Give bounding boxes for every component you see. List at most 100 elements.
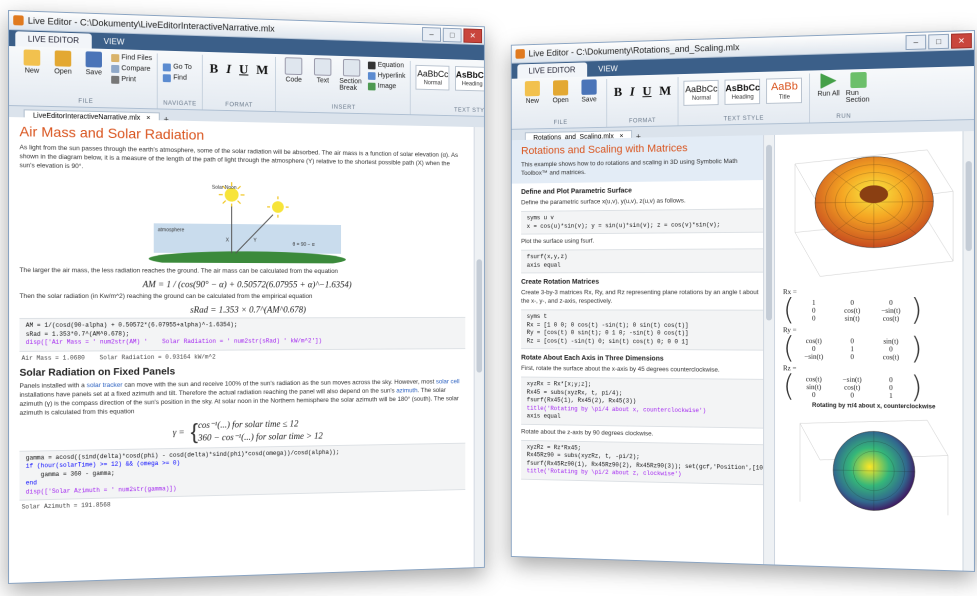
style-normal[interactable]: AaBbCc Normal: [415, 64, 450, 91]
vertical-scrollbar[interactable]: [473, 127, 484, 568]
matlab-icon: [515, 49, 525, 59]
style-heading[interactable]: AsBbCc Heading: [455, 66, 485, 92]
brace-glyph: {: [190, 418, 198, 444]
solar-cell-link[interactable]: solar cell: [436, 378, 460, 385]
underline-button[interactable]: U: [641, 84, 654, 100]
code-label: Code: [285, 76, 302, 84]
output-scrollbar[interactable]: [962, 131, 974, 571]
document-body: Rotations and Scaling with Matrices This…: [511, 134, 776, 565]
hyperlink-label: Hyperlink: [377, 72, 406, 80]
open-folder-icon: [54, 50, 72, 67]
matrix-cell: cos(t): [844, 306, 861, 315]
style-heading-label: Heading: [731, 94, 754, 101]
matrix-cell: 0: [889, 298, 893, 307]
paragraph: As light from the sun passes through the…: [19, 144, 459, 171]
save-label: Save: [85, 69, 102, 77]
tab-view[interactable]: VIEW: [91, 34, 136, 50]
section-heading: Define and Plot Parametric Surface: [521, 187, 632, 196]
navigate-group: Go To Find NAVIGATE: [158, 53, 203, 110]
matrix-cell: cos(t): [805, 337, 822, 346]
format-group: B I U M FORMAT: [202, 54, 277, 112]
paragraph: Plot the surface using fsurf.: [521, 237, 595, 246]
tab-live-editor[interactable]: LIVE EDITOR: [517, 62, 587, 79]
right-paren-glyph: ): [910, 331, 923, 367]
save-button[interactable]: Save: [80, 51, 107, 76]
group-label-navigate: NAVIGATE: [163, 100, 197, 108]
save-button[interactable]: Save: [577, 79, 602, 104]
monospace-button[interactable]: M: [254, 62, 270, 78]
find-files-icon: [111, 53, 120, 62]
scrollbar-thumb[interactable]: [965, 161, 972, 252]
torus-surface-plot: [775, 131, 969, 281]
scrollbar-thumb[interactable]: [766, 144, 773, 321]
azimuth-case-1: cos⁻¹(...) for solar time ≤ 12: [197, 418, 299, 430]
code-block[interactable]: xyzRx = Rx*[x;y;z]; Rx45 = subs(xyzRx, t,…: [521, 376, 765, 429]
minimize-button[interactable]: –: [905, 34, 927, 50]
paragraph: Create 3-by-3 matrices Rx, Ry, and Rz re…: [521, 289, 759, 305]
style-normal-preview: AaBbCc: [417, 68, 449, 80]
section-break-button[interactable]: Section Break: [339, 58, 364, 92]
maximize-button[interactable]: □: [442, 27, 462, 43]
tab-view[interactable]: VIEW: [587, 61, 630, 77]
file-group: New Open Save Find Files Compare Print F…: [13, 49, 159, 109]
compare-label: Compare: [121, 65, 151, 73]
new-button[interactable]: New: [520, 80, 544, 105]
style-normal-label: Normal: [423, 80, 442, 87]
text-style-group: AaBbCcNormal AsBbCcHeading AaBbTitle TEX…: [678, 73, 811, 126]
code-block[interactable]: AM = 1/(cosd(90-alpha) + 0.50572*(6.0795…: [19, 316, 466, 352]
find-icon: [163, 73, 172, 82]
azimuth-link[interactable]: azimuth: [396, 387, 417, 394]
close-button[interactable]: ✕: [951, 32, 972, 49]
minimize-button[interactable]: –: [422, 26, 441, 42]
matrix-cell: 0: [850, 337, 854, 346]
open-button[interactable]: Open: [548, 80, 573, 104]
new-label: New: [525, 97, 539, 105]
file-group: New Open Save FILE: [515, 78, 608, 129]
monospace-button[interactable]: M: [657, 83, 673, 99]
theta-label: θ = 90 − α: [293, 242, 315, 248]
text-button[interactable]: Text: [310, 58, 335, 85]
italic-button[interactable]: I: [628, 84, 637, 100]
code-block[interactable]: fsurf(x,y,z) axis equal: [521, 248, 765, 274]
code-block[interactable]: gamma = acosd((sind(delta)*cosd(phi) - c…: [19, 442, 466, 501]
scrollbar-thumb[interactable]: [476, 259, 483, 373]
left-paren-glyph: (: [782, 293, 795, 328]
matrix-cell: 1: [850, 345, 854, 354]
style-normal[interactable]: AaBbCc Normal: [683, 79, 720, 106]
print-button[interactable]: Print: [111, 74, 152, 86]
bold-button[interactable]: B: [612, 84, 624, 100]
vertical-scrollbar[interactable]: [763, 134, 775, 565]
tab-live-editor[interactable]: LIVE EDITOR: [15, 31, 92, 49]
image-button[interactable]: Image: [368, 81, 405, 92]
code-block[interactable]: syms t Rx = [1 0 0; 0 cos(t) -sin(t); 0 s…: [521, 309, 765, 351]
rx-matrix: ( 100 0 cos(t) −sin(t) 0 sin(t) cos(t) ): [782, 293, 966, 328]
style-heading[interactable]: AsBbCc Heading: [724, 78, 761, 105]
paragraph: Rotate about the z-axis by 90 degrees cl…: [521, 428, 654, 437]
run-all-button[interactable]: Run All: [815, 73, 841, 98]
run-section-button[interactable]: Run Section: [845, 71, 872, 105]
image-icon: [368, 82, 376, 90]
matrix-cell: 0: [850, 391, 854, 400]
style-heading-preview: AsBbCc: [725, 82, 761, 94]
underline-button[interactable]: U: [237, 62, 250, 78]
solar-tracker-link[interactable]: solar tracker: [87, 381, 123, 388]
document-title: Rotations and Scaling with Matrices: [521, 142, 688, 158]
bold-button[interactable]: B: [208, 61, 221, 77]
run-section-label: Run Section: [845, 89, 870, 105]
close-button[interactable]: ✕: [463, 27, 483, 43]
find-button[interactable]: Find: [163, 72, 197, 84]
code-block[interactable]: xyzRz = Rz*Rx45; Rx45Rz90 = subs(xyzRz, t…: [521, 439, 774, 485]
text-label: Text: [316, 77, 330, 85]
find-files-label: Find Files: [121, 54, 153, 63]
code-button[interactable]: Code: [281, 57, 306, 84]
style-title[interactable]: AaBb Title: [766, 77, 803, 104]
open-button[interactable]: Open: [50, 50, 77, 76]
maximize-button[interactable]: □: [928, 33, 949, 49]
italic-button[interactable]: I: [224, 61, 233, 77]
code-block[interactable]: syms u vx = cos(u)*sin(v); y = sin(u)*si…: [521, 208, 765, 235]
new-button[interactable]: New: [18, 49, 45, 75]
torus-shape: [833, 431, 915, 512]
matrix-cell: −sin(t): [804, 352, 824, 361]
open-label: Open: [552, 97, 569, 105]
live-editor-window-right: Live Editor - C:\Dokumenty\Rotations_and…: [510, 30, 975, 572]
